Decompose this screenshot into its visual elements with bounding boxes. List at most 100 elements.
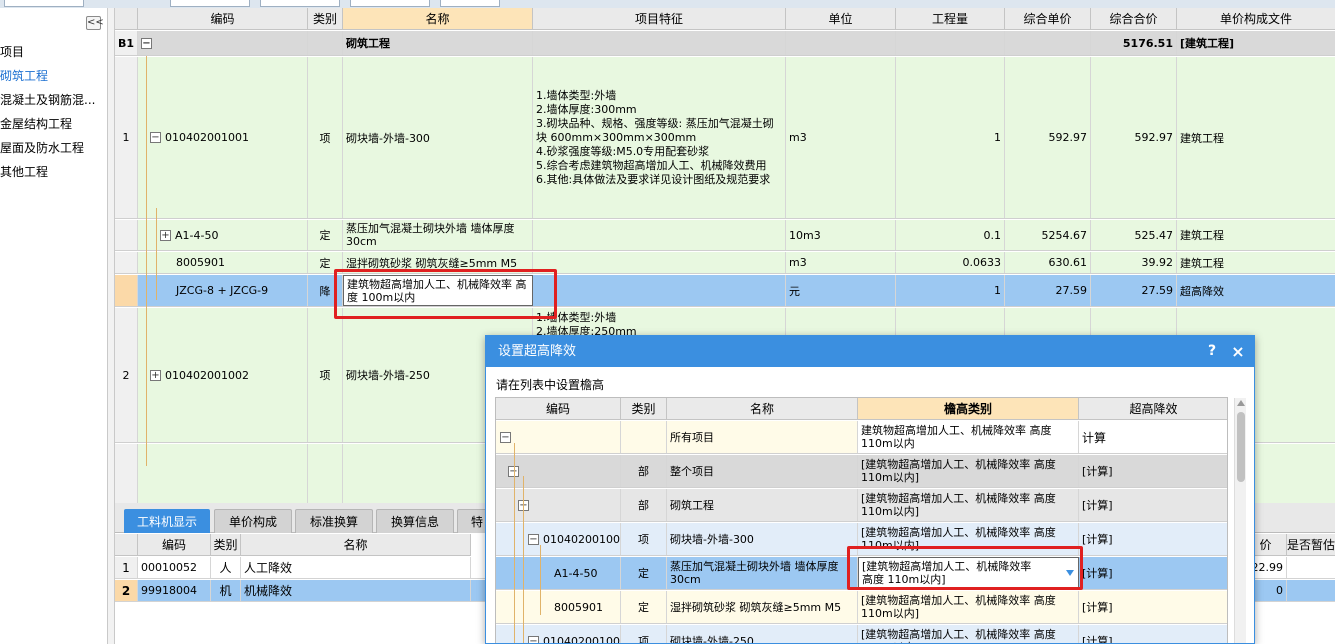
top-tab[interactable] [170, 0, 250, 7]
header-name[interactable]: 名称 [343, 8, 533, 30]
name-cell[interactable]: 蒸压加气混凝土砌块外墙 墙体厚度 30cm [343, 220, 533, 250]
header-eave-category[interactable]: 檐高类别 [858, 398, 1079, 420]
tree-item-project[interactable]: 项目 [0, 42, 104, 62]
collapse-icon[interactable]: − [141, 37, 152, 49]
name-edit-cell[interactable]: 建筑物超高增加人工、机械降效率 高度 100m以内 [343, 275, 533, 306]
tab-labor-material[interactable]: 工料机显示 [124, 509, 210, 533]
close-icon[interactable]: × [1228, 336, 1248, 367]
table-row[interactable]: − 部 砌筑工程 [建筑物超高增加人工、机械降效率 高度 110m以内] [计算… [496, 489, 1227, 522]
table-row-selected[interactable]: JZCG-8 + JZCG-9 降 建筑物超高增加人工、机械降效率 高度 100… [115, 275, 1335, 307]
scroll-up-icon[interactable] [1237, 400, 1245, 406]
code-cell[interactable]: −010402001001 [138, 57, 308, 218]
effect-cell[interactable]: [计算] [1079, 455, 1227, 487]
tree-item-masonry[interactable]: 砌筑工程 [0, 66, 104, 86]
code-cell[interactable]: +010402001002 [138, 308, 308, 442]
header-qty[interactable]: 工程量 [896, 8, 1005, 30]
eave-dropdown[interactable]: [建筑物超高增加人工、机械降效率 高度 110m以内] [858, 557, 1079, 589]
code-cell[interactable]: JZCG-8 + JZCG-9 [138, 275, 308, 306]
eave-cell[interactable]: [建筑物超高增加人工、机械降效率 高度 110m以内] [858, 591, 1079, 623]
collapse-icon[interactable]: − [528, 635, 539, 643]
table-row[interactable]: − 所有项目 建筑物超高增加人工、机械降效率 高度 110m以内 计算 [496, 421, 1227, 454]
eave-cell[interactable]: [建筑物超高增加人工、机械降效率 高度 110m以内] [858, 625, 1079, 643]
table-row[interactable]: 8005901 定 湿拌砌筑砂浆 砌筑灰缝≥5mm M5 [建筑物超高增加人工、… [496, 591, 1227, 624]
effect-cell[interactable]: [计算] [1079, 523, 1227, 555]
table-row[interactable]: 8005901 定 湿拌砌筑砂浆 砌筑灰缝≥5mm M5 m3 0.0633 6… [115, 252, 1335, 274]
table-row-selected[interactable]: A1-4-50 定 蒸压加气混凝土砌块外墙 墙体厚度 30cm [建筑物超高增加… [496, 557, 1227, 590]
eave-cell[interactable]: [建筑物超高增加人工、机械降效率 高度 110m以内] [858, 455, 1079, 487]
tree-item-other[interactable]: 其他工程 [0, 162, 104, 182]
qty-cell[interactable]: 0.1 [896, 220, 1005, 250]
chevron-down-icon[interactable] [1066, 570, 1074, 576]
top-tab[interactable] [350, 0, 430, 7]
expand-icon[interactable]: + [150, 369, 161, 381]
code-cell[interactable]: 00010052 [138, 557, 211, 578]
effect-cell[interactable]: [计算] [1079, 625, 1227, 643]
table-row[interactable]: −010402001002 项 砌块墙-外墙-250 [建筑物超高增加人工、机械… [496, 625, 1227, 643]
header-height-effect[interactable]: 超高降效 [1079, 398, 1227, 420]
code-cell[interactable]: 99918004 [138, 580, 211, 601]
header-price-file[interactable]: 单价构成文件 [1177, 8, 1335, 30]
feature-cell[interactable]: 1.墙体类型:外墙 2.墙体厚度:300mm 3.砌块品种、规格、强度等级: 蒸… [533, 57, 786, 218]
collapse-panel-button[interactable]: << [86, 16, 104, 30]
header-code[interactable]: 编码 [496, 398, 621, 420]
header-type[interactable]: 类别 [211, 534, 241, 556]
table-row[interactable]: + A1-4-50 定 蒸压加气混凝土砌块外墙 墙体厚度 30cm 10m3 0.… [115, 220, 1335, 251]
name-cell[interactable]: 湿拌砌筑砂浆 砌筑灰缝≥5mm M5 [343, 252, 533, 273]
header-type[interactable]: 类别 [621, 398, 667, 420]
unit-cell[interactable]: m3 [786, 252, 896, 273]
tree-item-roofing[interactable]: 屋面及防水工程 [0, 138, 104, 158]
file-cell[interactable]: 建筑工程 [1177, 220, 1335, 250]
unit-cell[interactable]: m3 [786, 57, 896, 218]
effect-cell[interactable]: 计算 [1079, 421, 1227, 453]
header-name[interactable]: 名称 [241, 534, 471, 556]
header-feature[interactable]: 项目特征 [533, 8, 786, 30]
eave-cell[interactable]: 建筑物超高增加人工、机械降效率 高度 110m以内 [858, 421, 1079, 453]
qty-cell[interactable]: 0.0633 [896, 252, 1005, 273]
code-cell[interactable]: 8005901 [138, 252, 308, 273]
effect-cell[interactable]: [计算] [1079, 489, 1227, 521]
effect-cell[interactable]: [计算] [1079, 591, 1227, 623]
file-cell[interactable]: 建筑工程 [1177, 252, 1335, 273]
qty-cell[interactable]: 1 [896, 57, 1005, 218]
name-cell[interactable]: 人工降效 [241, 557, 471, 578]
table-row[interactable]: −010402001001 项 砌块墙-外墙-300 [建筑物超高增加人工、机械… [496, 523, 1227, 556]
tree-item-concrete[interactable]: 混凝土及钢筋混... [0, 90, 104, 110]
effect-cell[interactable]: [计算] [1079, 557, 1227, 589]
tab-price-composition[interactable]: 单价构成 [214, 509, 292, 533]
collapse-icon[interactable]: − [500, 431, 511, 443]
collapse-icon[interactable]: − [528, 533, 539, 545]
name-cell[interactable]: 砌筑工程 [343, 31, 533, 55]
file-cell[interactable]: 建筑工程 [1177, 57, 1335, 218]
tree-item-metal-structure[interactable]: 金屋结构工程 [0, 114, 104, 134]
name-cell[interactable]: 砌块墙-外墙-300 [343, 57, 533, 218]
header-unit[interactable]: 单位 [786, 8, 896, 30]
table-row[interactable]: 1 −010402001001 项 砌块墙-外墙-300 1.墙体类型:外墙 2… [115, 57, 1335, 219]
header-code[interactable]: 编码 [138, 534, 211, 556]
header-code[interactable]: 编码 [138, 8, 308, 30]
header-total-price[interactable]: 综合合价 [1091, 8, 1177, 30]
qty-cell[interactable]: 1 [896, 275, 1005, 306]
header-estimate[interactable]: 是否暂估 [1287, 534, 1335, 556]
code-cell[interactable]: + A1-4-50 [138, 220, 308, 250]
tab-standard-conversion[interactable]: 标准换算 [295, 509, 373, 533]
top-tab[interactable] [440, 0, 500, 7]
file-cell[interactable]: 超高降效 [1177, 275, 1335, 306]
scroll-thumb[interactable] [1237, 412, 1245, 482]
help-icon[interactable]: ? [1202, 336, 1222, 367]
dialog-title[interactable]: 设置超高降效 [486, 336, 1254, 367]
top-tab[interactable] [260, 0, 340, 7]
top-tab[interactable] [4, 0, 84, 7]
expand-icon[interactable]: + [160, 229, 171, 241]
header-type[interactable]: 类别 [308, 8, 343, 30]
collapse-icon[interactable]: − [150, 132, 161, 143]
dialog-scrollbar[interactable] [1234, 398, 1246, 643]
name-cell[interactable]: 机械降效 [241, 580, 471, 601]
unit-cell[interactable]: 10m3 [786, 220, 896, 250]
eave-cell[interactable]: [建筑物超高增加人工、机械降效率 高度 110m以内] [858, 489, 1079, 521]
header-name[interactable]: 名称 [667, 398, 858, 420]
tab-conversion-info[interactable]: 换算信息 [376, 509, 454, 533]
table-row[interactable]: − 部 整个项目 [建筑物超高增加人工、机械降效率 高度 110m以内] [计算… [496, 455, 1227, 488]
table-row[interactable]: B1 − 砌筑工程 5176.51 [建筑工程] [115, 31, 1335, 56]
header-unit-price[interactable]: 综合单价 [1005, 8, 1091, 30]
eave-cell[interactable]: [建筑物超高增加人工、机械降效率 高度 110m以内] [858, 523, 1079, 555]
